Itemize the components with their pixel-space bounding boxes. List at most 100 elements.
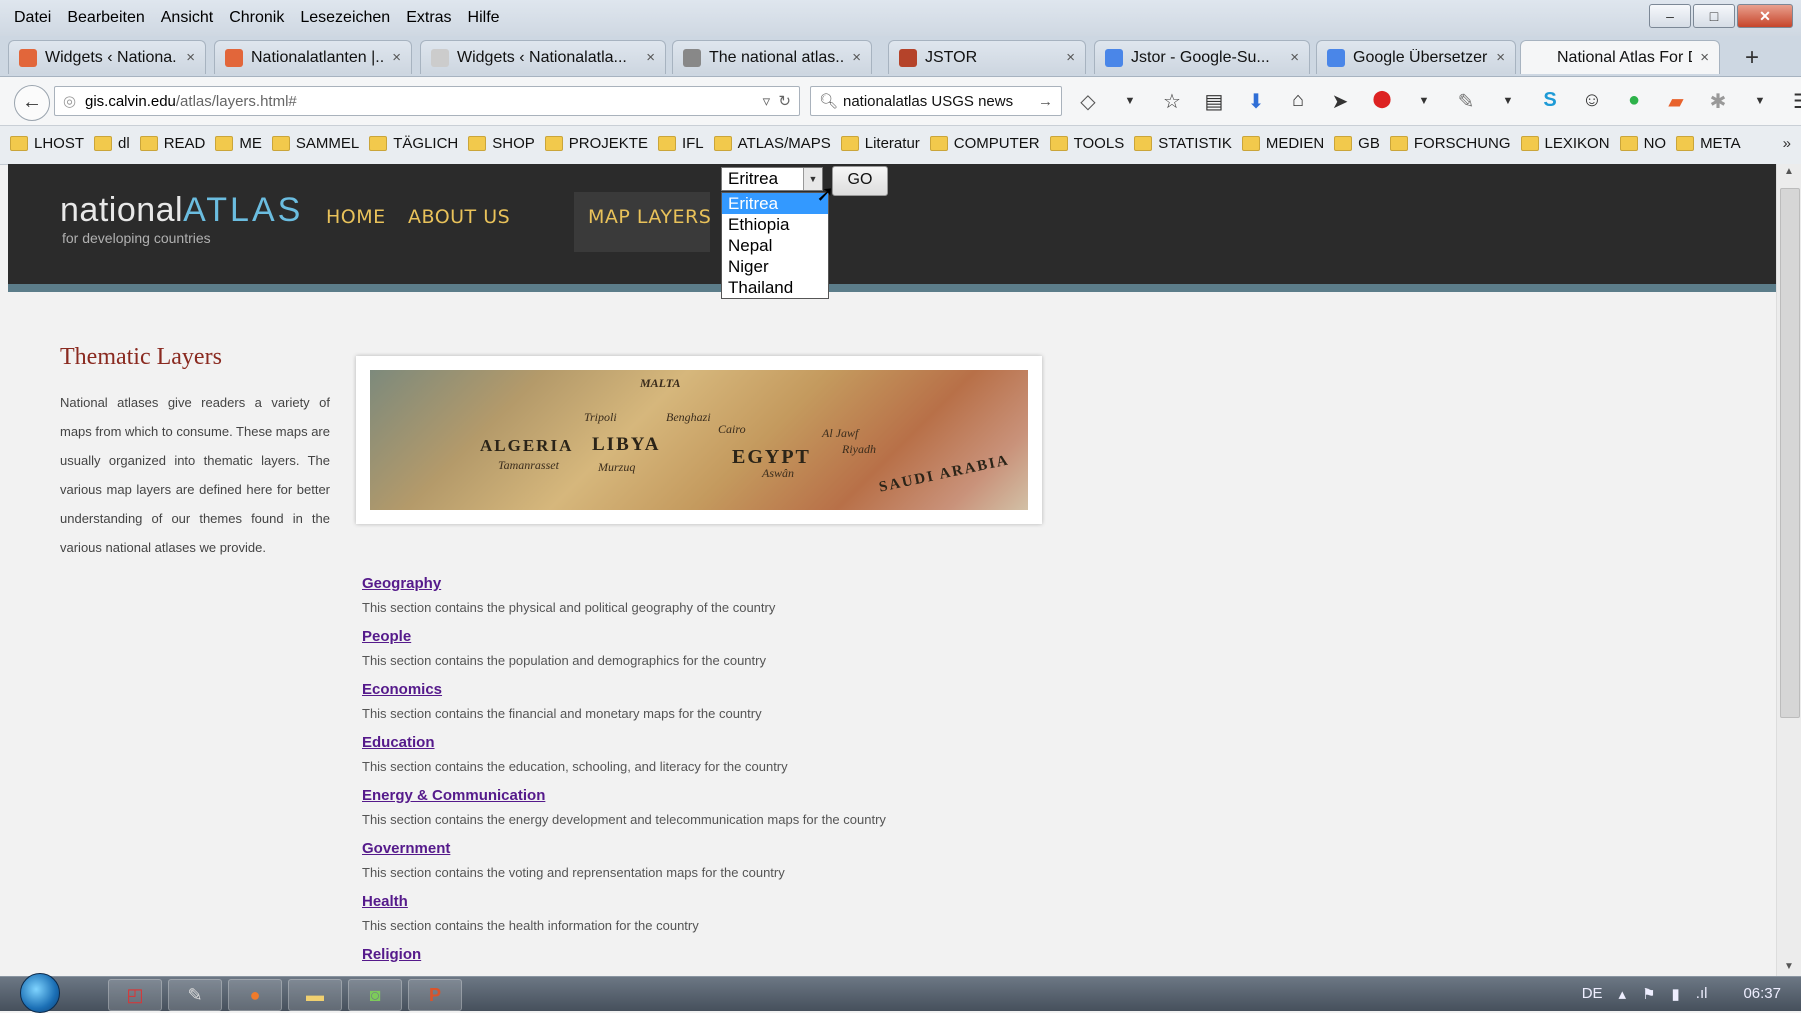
- scroll-up-icon[interactable]: ▲: [1784, 166, 1794, 177]
- nav-map-layers[interactable]: MAP LAYERS: [588, 206, 711, 228]
- bookmark-folder-tools[interactable]: TOOLS: [1049, 135, 1124, 152]
- highlighter-icon[interactable]: ▰: [1663, 89, 1689, 114]
- bookmark-folder-medien[interactable]: MEDIEN: [1241, 135, 1324, 152]
- clock[interactable]: 06:37: [1743, 985, 1781, 1003]
- app-icon[interactable]: ◙: [348, 979, 402, 1011]
- tab-close-icon[interactable]: ×: [852, 49, 861, 66]
- bookmarks-overflow-icon[interactable]: »: [1783, 135, 1791, 152]
- bookmark-folder-me[interactable]: ME: [215, 135, 262, 152]
- site-logo[interactable]: nationalATLAS: [60, 191, 303, 230]
- evernote-icon[interactable]: ●: [1621, 89, 1647, 114]
- language-indicator[interactable]: DE: [1582, 985, 1603, 1003]
- minimize-button[interactable]: –: [1649, 4, 1691, 28]
- page-scrollbar[interactable]: ▲ ▼: [1776, 164, 1801, 976]
- country-option-thailand[interactable]: Thailand: [722, 277, 828, 298]
- bookmark-folder-lexikon[interactable]: LEXIKON: [1520, 135, 1610, 152]
- close-window-button[interactable]: ✕: [1737, 4, 1793, 28]
- menu-extras[interactable]: Extras: [406, 9, 451, 27]
- bookmark-folder-lhost[interactable]: LHOST: [10, 135, 84, 152]
- tab-3[interactable]: Widgets ‹ Nationalatla... ×: [420, 40, 666, 74]
- bookmark-folder-sammel[interactable]: SAMMEL: [271, 135, 359, 152]
- plugin-icon[interactable]: ✱: [1705, 89, 1731, 114]
- country-option-niger[interactable]: Niger: [722, 256, 828, 277]
- layer-link-energy-communication[interactable]: Energy & Communication: [362, 787, 886, 804]
- maximize-button[interactable]: □: [1693, 4, 1735, 28]
- tag-icon[interactable]: ◇: [1075, 89, 1101, 114]
- layer-link-religion[interactable]: Religion: [362, 946, 886, 963]
- flag-icon[interactable]: ⚑: [1642, 985, 1655, 1003]
- bookmark-folder-dl[interactable]: dl: [94, 135, 130, 152]
- tab-4[interactable]: The national atlas... ×: [672, 40, 872, 74]
- tray-expand-icon[interactable]: ▴: [1619, 985, 1627, 1003]
- network-icon[interactable]: ▮: [1672, 985, 1680, 1003]
- skype-icon[interactable]: S: [1537, 89, 1563, 114]
- send-icon[interactable]: ➤: [1327, 89, 1353, 114]
- menu-lesezeichen[interactable]: Lesezeichen: [300, 9, 390, 27]
- url-bar[interactable]: ◎ gis.calvin.edu/atlas/layers.html# ▿ ↻: [54, 86, 800, 116]
- bookmark-folder-meta[interactable]: META: [1676, 135, 1741, 152]
- pdf-icon[interactable]: ◰: [108, 979, 162, 1011]
- bookmark-folder-gb[interactable]: GB: [1334, 135, 1380, 152]
- bookmark-folder-täglich[interactable]: TÄGLICH: [369, 135, 458, 152]
- tab-close-icon[interactable]: ×: [1290, 49, 1299, 66]
- bookmark-folder-forschung[interactable]: FORSCHUNG: [1389, 135, 1511, 152]
- bookmark-folder-no[interactable]: NO: [1619, 135, 1666, 152]
- menu-ansicht[interactable]: Ansicht: [161, 9, 213, 27]
- dropdown-icon[interactable]: ▼: [1117, 89, 1143, 114]
- layer-link-geography[interactable]: Geography: [362, 575, 886, 592]
- tab-close-icon[interactable]: ×: [1066, 49, 1075, 66]
- tab-2[interactable]: Nationalatlanten |... ×: [214, 40, 412, 74]
- new-tab-button[interactable]: +: [1745, 44, 1759, 72]
- dropdown-icon[interactable]: ▼: [1495, 89, 1521, 114]
- tab-8[interactable]: National Atlas For Dev... ×: [1520, 40, 1720, 74]
- country-option-ethiopia[interactable]: Ethiopia: [722, 214, 828, 235]
- search-input[interactable]: 🔍︎ nationalatlas USGS news →: [810, 86, 1062, 116]
- tab-1[interactable]: Widgets ‹ Nationa... ×: [8, 40, 206, 74]
- pen-icon[interactable]: ✎: [1453, 89, 1479, 114]
- scroll-down-icon[interactable]: ▼: [1784, 961, 1794, 972]
- bookmark-folder-shop[interactable]: SHOP: [468, 135, 535, 152]
- menu-hilfe[interactable]: Hilfe: [468, 9, 500, 27]
- search-go-icon[interactable]: →: [1038, 87, 1053, 117]
- home-icon[interactable]: ⌂: [1285, 89, 1311, 114]
- country-select[interactable]: Eritrea ▼: [721, 167, 823, 191]
- star-icon[interactable]: ☆: [1159, 89, 1185, 114]
- chat-icon[interactable]: ☺: [1579, 89, 1605, 114]
- scrollbar-thumb[interactable]: [1780, 188, 1800, 718]
- country-option-eritrea[interactable]: Eritrea: [722, 193, 828, 214]
- tab-close-icon[interactable]: ×: [392, 49, 401, 66]
- bookmark-folder-projekte[interactable]: PROJEKTE: [544, 135, 648, 152]
- menu-icon[interactable]: ☰: [1789, 89, 1801, 114]
- go-button[interactable]: GO: [832, 166, 888, 196]
- tab-close-icon[interactable]: ×: [1496, 49, 1505, 66]
- bookmark-folder-atlas-maps[interactable]: ATLAS/MAPS: [713, 135, 831, 152]
- explorer-icon[interactable]: ▬: [288, 979, 342, 1011]
- bookmark-folder-computer[interactable]: COMPUTER: [929, 135, 1040, 152]
- nav-about-us[interactable]: ABOUT US: [408, 206, 510, 228]
- powerpoint-icon[interactable]: P: [408, 979, 462, 1011]
- tab-7[interactable]: Google Übersetzer ×: [1316, 40, 1516, 74]
- menu-chronik[interactable]: Chronik: [229, 9, 284, 27]
- layer-link-economics[interactable]: Economics: [362, 681, 886, 698]
- signal-icon[interactable]: .ıl: [1696, 985, 1708, 1003]
- tab-5[interactable]: JSTOR ×: [888, 40, 1086, 74]
- bookmark-folder-ifl[interactable]: IFL: [657, 135, 704, 152]
- bookmark-folder-statistik[interactable]: STATISTIK: [1134, 135, 1232, 152]
- layer-link-health[interactable]: Health: [362, 893, 886, 910]
- dropdown-icon[interactable]: ▼: [1747, 89, 1773, 114]
- bookmark-folder-literatur[interactable]: Literatur: [840, 135, 920, 152]
- layer-link-people[interactable]: People: [362, 628, 886, 645]
- notepad-icon[interactable]: ✎: [168, 979, 222, 1011]
- download-icon[interactable]: ⬇: [1243, 89, 1269, 114]
- menu-bearbeiten[interactable]: Bearbeiten: [67, 9, 144, 27]
- start-button[interactable]: [20, 973, 60, 1013]
- layer-link-government[interactable]: Government: [362, 840, 886, 857]
- menu-datei[interactable]: Datei: [14, 9, 51, 27]
- layer-link-education[interactable]: Education: [362, 734, 886, 751]
- tab-close-icon[interactable]: ×: [646, 49, 655, 66]
- tab-6[interactable]: Jstor - Google-Su... ×: [1094, 40, 1310, 74]
- dropdown-icon[interactable]: ▼: [1411, 89, 1437, 114]
- bookmark-folder-read[interactable]: READ: [139, 135, 205, 152]
- country-option-nepal[interactable]: Nepal: [722, 235, 828, 256]
- back-button[interactable]: ←: [14, 85, 50, 121]
